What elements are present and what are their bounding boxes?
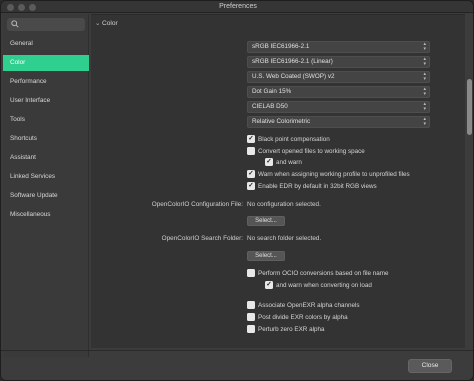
rgb32-profile-select[interactable]: sRGB IEC61966-2.1 (Linear) ▴ ▾ <box>247 56 430 68</box>
black-point-compensation-checkbox[interactable]: ✓ Black point compensation <box>247 135 330 145</box>
sidebar-item-linked-services[interactable]: Linked Services <box>3 169 89 185</box>
checkmark-icon: ✓ <box>265 281 273 289</box>
select-arrows-icon: ▴ ▾ <box>423 101 426 112</box>
warn-converting-on-load-checkbox[interactable]: ✓ and warn when converting on load <box>265 281 372 291</box>
empty-checkbox-icon <box>247 301 255 309</box>
rendering-intent-select[interactable]: Relative Colorimetric ▴ ▾ <box>247 116 430 128</box>
checkbox-label: Warn when assigning working profile to u… <box>258 171 410 178</box>
checkmark-icon: ✓ <box>247 170 255 178</box>
empty-checkbox-icon <box>247 147 255 155</box>
sidebar-item-color[interactable]: Color <box>3 55 89 71</box>
search-input[interactable] <box>7 18 85 31</box>
sidebar-item-general[interactable]: General <box>3 36 89 52</box>
section-header-color[interactable]: ⌄Color <box>95 19 118 29</box>
grayscale-profile-value: Dot Gain 15% <box>252 88 292 95</box>
empty-checkbox-icon <box>247 325 255 333</box>
sidebar: General Color Performance User Interface… <box>3 14 89 357</box>
chevron-down-icon: ⌄ <box>95 20 101 27</box>
perform-ocio-conversions-checkbox[interactable]: Perform OCIO conversions based on file n… <box>247 269 389 279</box>
minimize-window-dot[interactable] <box>18 4 25 11</box>
checkbox-label: Associate OpenEXR alpha channels <box>258 302 360 309</box>
post-divide-exr-checkbox[interactable]: Post divide EXR colors by alpha <box>247 313 348 323</box>
preferences-window: Preferences General Color Performance Us… <box>0 0 474 381</box>
color-settings-panel: ⌄Color RGB Color Profile: sRGB IEC61966-… <box>91 14 472 348</box>
lab-profile-value: CIELAB D50 <box>252 103 288 110</box>
title-bar: Preferences <box>1 1 473 13</box>
rgb-profile-select[interactable]: sRGB IEC61966-2.1 ▴ ▾ <box>247 41 430 53</box>
footer-divider <box>1 350 473 351</box>
scrollbar-thumb[interactable] <box>467 79 472 135</box>
ocio-config-select-button[interactable]: Select... <box>247 216 285 226</box>
checkbox-label: and warn <box>276 159 302 166</box>
convert-opened-files-checkbox[interactable]: Convert opened files to working space <box>247 147 365 157</box>
sidebar-item-tools[interactable]: Tools <box>3 112 89 128</box>
ocio-config-label: OpenColorIO Configuration File: <box>151 201 243 208</box>
select-arrows-icon: ▴ ▾ <box>423 86 426 97</box>
checkmark-icon: ✓ <box>247 135 255 143</box>
close-window-dot[interactable] <box>7 4 14 11</box>
window-title: Preferences <box>219 3 257 10</box>
sidebar-item-user-interface[interactable]: User Interface <box>3 93 89 109</box>
ocio-search-status: No search folder selected. <box>247 235 322 242</box>
sidebar-item-shortcuts[interactable]: Shortcuts <box>3 131 89 147</box>
select-arrows-icon: ▴ ▾ <box>423 71 426 82</box>
and-warn-checkbox[interactable]: ✓ and warn <box>265 158 302 168</box>
checkbox-label: Post divide EXR colors by alpha <box>258 314 348 321</box>
checkbox-label: Perform OCIO conversions based on file n… <box>258 270 389 277</box>
perturb-zero-exr-alpha-checkbox[interactable]: Perturb zero EXR alpha <box>247 325 325 335</box>
ocio-config-status: No configuration selected. <box>247 201 321 208</box>
sidebar-item-performance[interactable]: Performance <box>3 74 89 90</box>
section-title: Color <box>102 20 118 27</box>
associate-exr-alpha-checkbox[interactable]: Associate OpenEXR alpha channels <box>247 301 360 311</box>
ocio-search-select-button[interactable]: Select... <box>247 251 285 261</box>
enable-edr-checkbox[interactable]: ✓ Enable EDR by default in 32bit RGB view… <box>247 182 377 192</box>
checkbox-label: Perturb zero EXR alpha <box>258 326 325 333</box>
select-arrows-icon: ▴ ▾ <box>423 56 426 67</box>
select-arrows-icon: ▴ ▾ <box>423 41 426 52</box>
empty-checkbox-icon <box>247 313 255 321</box>
sidebar-item-miscellaneous[interactable]: Miscellaneous <box>3 207 89 223</box>
checkmark-icon: ✓ <box>247 182 255 190</box>
empty-checkbox-icon <box>247 269 255 277</box>
select-arrows-icon: ▴ ▾ <box>423 116 426 127</box>
close-button[interactable]: Close <box>408 359 452 373</box>
rgb32-profile-value: sRGB IEC61966-2.1 (Linear) <box>252 58 333 65</box>
warn-assigning-profile-checkbox[interactable]: ✓ Warn when assigning working profile to … <box>247 170 410 180</box>
checkbox-label: Convert opened files to working space <box>258 148 365 155</box>
sidebar-item-software-update[interactable]: Software Update <box>3 188 89 204</box>
checkbox-label: and warn when converting on load <box>276 282 372 289</box>
checkmark-icon: ✓ <box>265 158 273 166</box>
zoom-window-dot[interactable] <box>29 4 36 11</box>
sidebar-item-assistant[interactable]: Assistant <box>3 150 89 166</box>
checkbox-label: Black point compensation <box>258 136 330 143</box>
cmyk-profile-select[interactable]: U.S. Web Coated (SWOP) v2 ▴ ▾ <box>247 71 430 83</box>
ocio-search-label: OpenColorIO Search Folder: <box>161 235 243 242</box>
rendering-intent-value: Relative Colorimetric <box>252 118 311 125</box>
rgb-profile-value: sRGB IEC61966-2.1 <box>252 43 310 50</box>
cmyk-profile-value: U.S. Web Coated (SWOP) v2 <box>252 73 335 80</box>
search-icon <box>11 20 19 28</box>
checkbox-label: Enable EDR by default in 32bit RGB views <box>258 183 377 190</box>
grayscale-profile-select[interactable]: Dot Gain 15% ▴ ▾ <box>247 86 430 98</box>
lab-profile-select[interactable]: CIELAB D50 ▴ ▾ <box>247 101 430 113</box>
